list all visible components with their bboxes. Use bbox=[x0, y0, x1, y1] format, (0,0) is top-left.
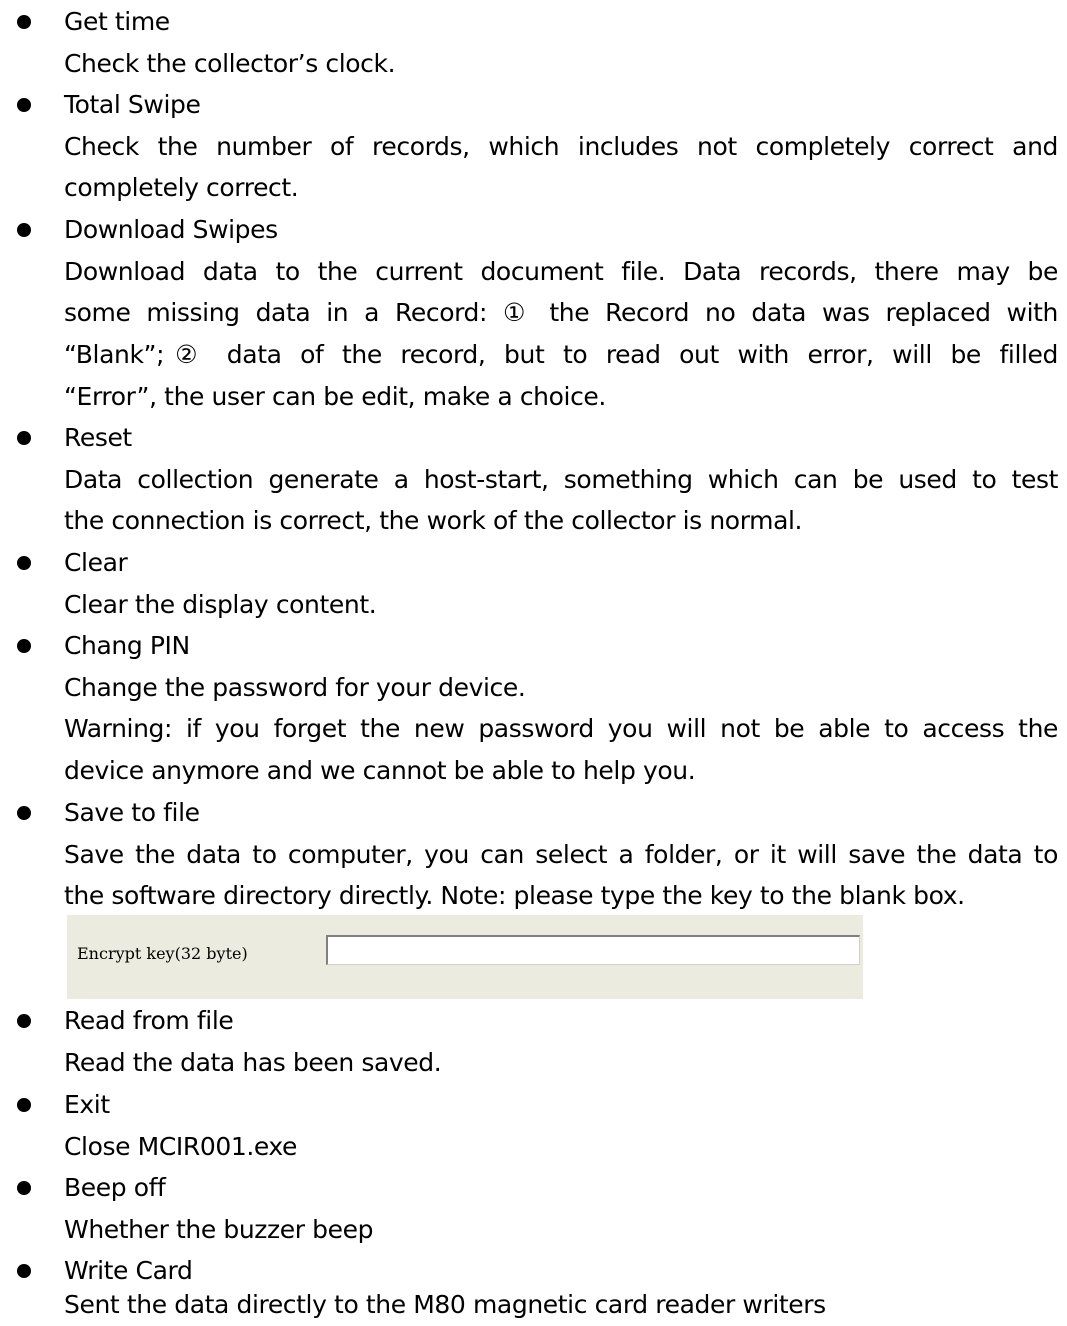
item-description: Check the collector’s clock. bbox=[64, 49, 396, 78]
bullet-icon bbox=[17, 639, 31, 653]
bullet-icon bbox=[17, 223, 31, 237]
bullet-icon bbox=[17, 1181, 31, 1195]
item-description: Download data to the current document fi… bbox=[64, 257, 1058, 286]
item-title: Download Swipes bbox=[64, 215, 278, 244]
bullet-icon bbox=[17, 431, 31, 445]
encrypt-key-input[interactable] bbox=[326, 935, 860, 965]
document-page: Get time Check the collector’s clock. To… bbox=[0, 0, 1067, 1326]
item-description: Check the number of records, which inclu… bbox=[64, 132, 1058, 161]
item-title: Read from file bbox=[64, 1006, 234, 1035]
bullet-icon bbox=[17, 806, 31, 820]
item-description: some missing data in a Record: ① the Rec… bbox=[64, 298, 1058, 327]
item-title: Exit bbox=[64, 1090, 110, 1119]
item-title: Chang PIN bbox=[64, 631, 190, 660]
item-title: Total Swipe bbox=[64, 90, 201, 119]
encrypt-key-panel: Encrypt key(32 byte) bbox=[67, 915, 863, 999]
item-description: Change the password for your device. bbox=[64, 673, 526, 702]
item-description: Clear the display content. bbox=[64, 590, 377, 619]
item-title: Reset bbox=[64, 423, 132, 452]
item-description: the connection is correct, the work of t… bbox=[64, 506, 803, 535]
item-title: Get time bbox=[64, 7, 170, 36]
item-warning: Warning: if you forget the new password … bbox=[64, 714, 1058, 743]
item-description: Data collection generate a host-start, s… bbox=[64, 465, 1058, 494]
bullet-icon bbox=[17, 556, 31, 570]
item-description: Whether the buzzer beep bbox=[64, 1215, 374, 1244]
encrypt-key-label: Encrypt key(32 byte) bbox=[77, 944, 248, 963]
item-description: Read the data has been saved. bbox=[64, 1048, 442, 1077]
bullet-icon bbox=[17, 1014, 31, 1028]
item-description: completely correct. bbox=[64, 173, 299, 202]
item-description: “Error”, the user can be edit, make a ch… bbox=[64, 382, 606, 411]
item-description: Close MCIR001.exe bbox=[64, 1132, 298, 1161]
item-warning: device anymore and we cannot be able to … bbox=[64, 756, 696, 785]
bullet-icon bbox=[17, 98, 31, 112]
item-title: Beep off bbox=[64, 1173, 166, 1202]
item-title: Save to file bbox=[64, 798, 200, 827]
item-title: Clear bbox=[64, 548, 128, 577]
bullet-icon bbox=[17, 1098, 31, 1112]
bullet-icon bbox=[17, 15, 31, 29]
item-description: Sent the data directly to the M80 magnet… bbox=[64, 1290, 826, 1319]
bullet-icon bbox=[17, 1264, 31, 1278]
item-description: “Blank”;② data of the record, but to rea… bbox=[64, 340, 1058, 369]
item-description: the software directory directly. Note: p… bbox=[64, 881, 965, 910]
item-description: Save the data to computer, you can selec… bbox=[64, 840, 1058, 869]
